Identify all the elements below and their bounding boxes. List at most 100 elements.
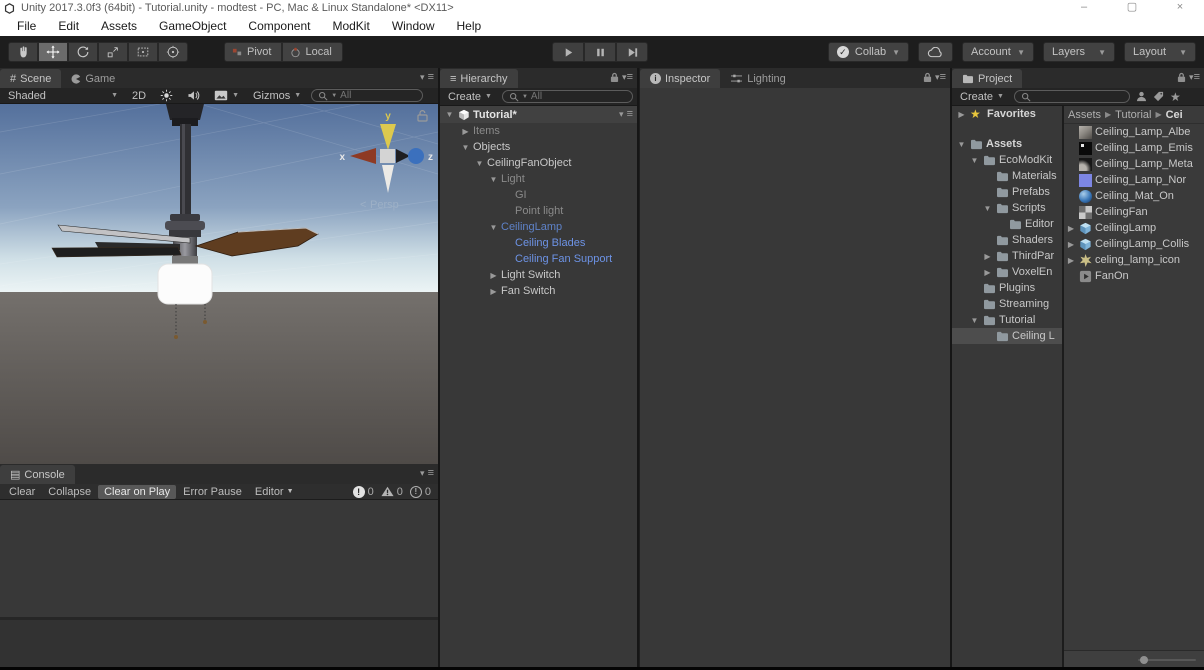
menu-gameobject[interactable]: GameObject: [148, 16, 237, 36]
expand-arrow-icon[interactable]: ▼: [488, 175, 499, 184]
project-folder-streaming[interactable]: Streaming: [952, 296, 1062, 312]
move-tool-button[interactable]: [38, 42, 68, 62]
asset-ceilinglamp[interactable]: ▶CeilingLamp: [1064, 220, 1204, 236]
expand-arrow-icon[interactable]: ▼: [969, 316, 980, 325]
scene-header-row[interactable]: ▼ Tutorial* ▾≡: [440, 106, 637, 123]
asset-ceilinglamp-collis[interactable]: ▶CeilingLamp_Collis: [1064, 236, 1204, 252]
hierarchy-create-dropdown[interactable]: Create ▼: [444, 90, 496, 104]
tab-inspector[interactable]: i Inspector: [640, 69, 720, 88]
menu-help[interactable]: Help: [446, 16, 493, 36]
message-count[interactable]: !0: [410, 486, 431, 498]
project-panel-menu[interactable]: ▾≡: [1189, 72, 1200, 83]
lock-icon[interactable]: [923, 72, 932, 83]
expand-arrow-icon[interactable]: ▶: [1066, 224, 1076, 233]
menu-modkit[interactable]: ModKit: [321, 16, 380, 36]
project-folder-prefabs[interactable]: Prefabs: [952, 184, 1062, 200]
hierarchy-item-ceilingfanobject[interactable]: ▼CeilingFanObject: [440, 155, 637, 171]
layers-dropdown[interactable]: Layers ▼: [1043, 42, 1115, 62]
local-button[interactable]: Local: [282, 42, 342, 62]
project-search[interactable]: [1014, 90, 1130, 103]
shading-mode-dropdown[interactable]: Shaded ▼: [4, 89, 122, 103]
warning-count[interactable]: 0: [381, 486, 403, 498]
search-by-type-icon[interactable]: [1136, 91, 1147, 102]
expand-arrow-icon[interactable]: ▶: [488, 271, 499, 280]
hierarchy-item-objects[interactable]: ▼Objects: [440, 139, 637, 155]
breadcrumb-tutorial[interactable]: Tutorial: [1115, 109, 1151, 121]
expand-arrow-icon[interactable]: ▶: [956, 110, 967, 119]
hierarchy-item-light-switch[interactable]: ▶Light Switch: [440, 267, 637, 283]
expand-arrow-icon[interactable]: ▼: [969, 156, 980, 165]
hierarchy-item-light[interactable]: ▼Light: [440, 171, 637, 187]
asset-ceiling-lamp-meta[interactable]: Ceiling_Lamp_Meta: [1064, 156, 1204, 172]
hierarchy-item-gi[interactable]: GI: [440, 187, 637, 203]
hierarchy-item-point-light[interactable]: Point light: [440, 203, 637, 219]
tab-project[interactable]: Project: [952, 69, 1022, 88]
pause-button[interactable]: [584, 42, 616, 62]
console-panel-menu[interactable]: ▾≡: [420, 468, 434, 479]
tab-hierarchy[interactable]: ≡ Hierarchy: [440, 69, 518, 88]
expand-arrow-icon[interactable]: ▶: [460, 127, 471, 136]
scene-audio-toggle[interactable]: [183, 89, 204, 103]
expand-arrow-icon[interactable]: ▼: [474, 159, 485, 168]
expand-arrow-icon[interactable]: ▼: [956, 140, 967, 149]
project-folder-tutorial[interactable]: ▼Tutorial: [952, 312, 1062, 328]
rect-tool-button[interactable]: [128, 42, 158, 62]
project-search-input[interactable]: [1034, 91, 1123, 102]
scene-search-input[interactable]: [340, 90, 416, 101]
close-button[interactable]: ×: [1156, 0, 1204, 16]
pivot-button[interactable]: Pivot: [224, 42, 282, 62]
scene-header-menu[interactable]: ▾≡: [619, 109, 633, 120]
search-by-label-icon[interactable]: [1153, 91, 1164, 102]
hierarchy-item-fan-switch[interactable]: ▶Fan Switch: [440, 283, 637, 299]
project-create-dropdown[interactable]: Create ▼: [956, 90, 1008, 104]
hierarchy-panel-menu[interactable]: ▾≡: [622, 72, 633, 83]
menu-component[interactable]: Component: [237, 16, 321, 36]
project-folder-assets[interactable]: ▼Assets: [952, 136, 1062, 152]
project-folder-editor[interactable]: Editor: [952, 216, 1062, 232]
play-button[interactable]: [552, 42, 584, 62]
project-folder-plugins[interactable]: Plugins: [952, 280, 1062, 296]
hierarchy-item-ceilinglamp[interactable]: ▼CeilingLamp: [440, 219, 637, 235]
account-dropdown[interactable]: Account ▼: [962, 42, 1034, 62]
maximize-button[interactable]: ▢: [1108, 0, 1156, 16]
hierarchy-item-ceiling-fan-support[interactable]: Ceiling Fan Support: [440, 251, 637, 267]
expand-arrow-icon[interactable]: ▼: [488, 223, 499, 232]
asset-ceiling-mat-on[interactable]: Ceiling_Mat_On: [1064, 188, 1204, 204]
asset-zoom-slider[interactable]: [1138, 659, 1196, 661]
scene-lighting-toggle[interactable]: [156, 89, 177, 103]
scale-tool-button[interactable]: [98, 42, 128, 62]
project-folder-ceiling-l[interactable]: Ceiling L: [952, 328, 1062, 344]
persp-toggle[interactable]: < Persp: [360, 199, 399, 211]
slider-knob[interactable]: [1140, 656, 1148, 664]
console-clear-on-play-button[interactable]: Clear on Play: [98, 485, 176, 499]
project-folder-ecomodkit[interactable]: ▼EcoModKit: [952, 152, 1062, 168]
menu-assets[interactable]: Assets: [90, 16, 148, 36]
divider[interactable]: [950, 68, 952, 670]
project-folder-scripts[interactable]: ▼Scripts: [952, 200, 1062, 216]
scene-effects-dropdown[interactable]: ▼: [210, 89, 243, 103]
cloud-button[interactable]: [918, 42, 953, 62]
console-error-pause-button[interactable]: Error Pause: [177, 485, 248, 499]
scene-viewport[interactable]: y x z < Persp: [0, 104, 438, 464]
breadcrumb-cei[interactable]: Cei: [1166, 109, 1183, 121]
expand-arrow-icon[interactable]: ▼: [444, 110, 455, 119]
console-editor-button[interactable]: Editor▼: [249, 485, 300, 499]
expand-arrow-icon[interactable]: ▶: [982, 268, 993, 277]
asset-fanon[interactable]: FanOn: [1064, 268, 1204, 284]
tab-lighting[interactable]: Lighting: [720, 69, 796, 88]
transform-tool-button[interactable]: [158, 42, 188, 62]
hierarchy-item-ceiling-blades[interactable]: Ceiling Blades: [440, 235, 637, 251]
rotate-tool-button[interactable]: [68, 42, 98, 62]
divider[interactable]: [438, 68, 440, 670]
hierarchy-search[interactable]: ▼: [502, 90, 633, 103]
menu-edit[interactable]: Edit: [47, 16, 90, 36]
layout-dropdown[interactable]: Layout ▼: [1124, 42, 1196, 62]
asset-ceiling-lamp-emis[interactable]: Ceiling_Lamp_Emis: [1064, 140, 1204, 156]
collab-dropdown[interactable]: ✓ Collab ▼: [828, 42, 909, 62]
console-collapse-button[interactable]: Collapse: [42, 485, 97, 499]
tab-scene[interactable]: # Scene: [0, 69, 61, 88]
scene-panel-menu[interactable]: ▾≡: [420, 72, 434, 83]
asset-celing-lamp-icon[interactable]: ▶celing_lamp_icon: [1064, 252, 1204, 268]
step-button[interactable]: [616, 42, 648, 62]
tab-console[interactable]: ▤ Console: [0, 465, 75, 484]
